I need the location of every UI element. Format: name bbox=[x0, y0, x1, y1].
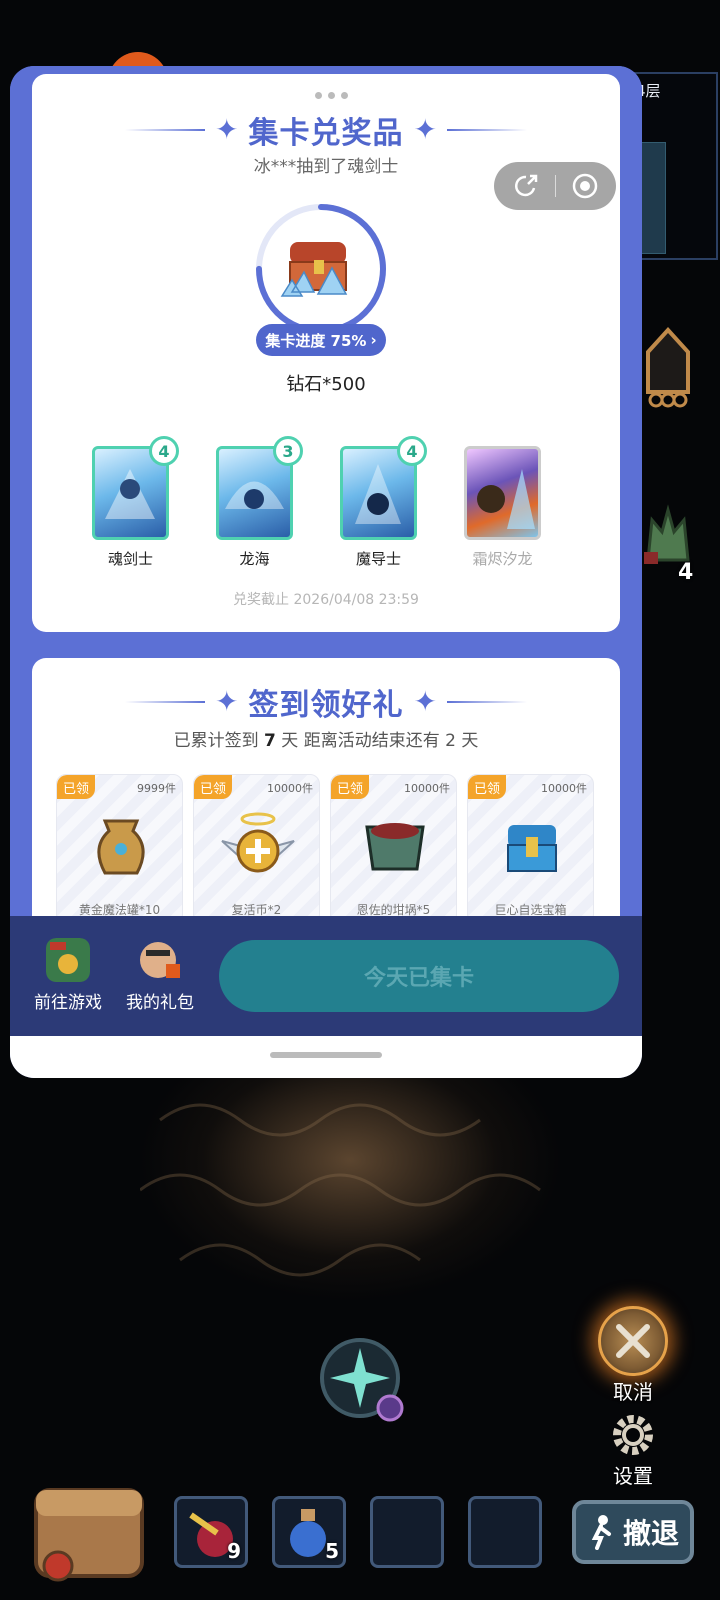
hero-card[interactable]: 3 龙海 bbox=[216, 436, 303, 569]
game-screen: 4层 4 取消 设置 9 5 撤退 ✦ 集卡兑奖品 ✦ 冰***抽到了魂剑士 集… bbox=[0, 0, 720, 1600]
hero-name: 龙海 bbox=[239, 550, 270, 568]
signin-status: 已累计签到 7 天 距离活动结束还有 2 天 bbox=[173, 731, 479, 751]
signin-title-row: ✦ 签到领好礼 ✦ bbox=[32, 680, 620, 724]
panel-scroll-area[interactable]: ✦ 集卡兑奖品 ✦ 冰***抽到了魂剑士 集卡进度 75% › 钻石*500 4… bbox=[10, 66, 642, 958]
item-slot-3[interactable] bbox=[370, 1496, 444, 1568]
remaining-days: 2 bbox=[445, 731, 456, 751]
crossed-swords-icon bbox=[598, 1306, 668, 1376]
signin-days: 7 bbox=[264, 731, 276, 751]
card-count-badge: 4 bbox=[149, 436, 179, 466]
retreat-label: 撤退 bbox=[622, 1517, 679, 1550]
home-indicator[interactable] bbox=[270, 1052, 382, 1058]
reward-quantity: 9999件 bbox=[137, 782, 176, 795]
go-game-label: 前往游戏 bbox=[34, 993, 102, 1013]
retreat-button[interactable]: 撤退 bbox=[572, 1500, 694, 1564]
reward-item[interactable]: 已领 10000件 巨心自选宝箱 bbox=[467, 774, 594, 924]
exchange-deadline: 兑奖截止 2026/04/08 23:59 bbox=[233, 592, 419, 608]
my-gifts-button[interactable]: 我的礼包 bbox=[126, 938, 194, 1013]
treasure-chest-icon bbox=[280, 242, 348, 297]
floor-cobblestones bbox=[140, 1103, 541, 1277]
go-game-button[interactable]: 前往游戏 bbox=[34, 938, 102, 1013]
revive-coin-icon bbox=[221, 812, 295, 873]
sparkle-icon: ✦ bbox=[215, 113, 239, 146]
game-app-icon bbox=[46, 938, 90, 982]
gear-icon bbox=[613, 1415, 653, 1455]
reward-quantity: 10000件 bbox=[541, 782, 587, 795]
item-slot-2[interactable]: 5 bbox=[272, 1496, 346, 1568]
my-gifts-label: 我的礼包 bbox=[126, 993, 194, 1013]
signin-section: ✦ 签到领好礼 ✦ 已累计签到 7 天 距离活动结束还有 2 天 已领 9999… bbox=[32, 658, 620, 958]
chevron-right-icon: › bbox=[370, 331, 377, 349]
settings-label: 设置 bbox=[613, 1464, 653, 1488]
reward-item[interactable]: 已领 9999件 黄金魔法罐*10 bbox=[56, 774, 183, 924]
sparkle-icon: ✦ bbox=[413, 113, 437, 146]
claimed-tag: 已领 bbox=[57, 775, 95, 799]
hero-cards-row: 4 魂剑士 3 龙海 4 魔导士 霜烬汐龙 bbox=[92, 436, 541, 569]
slot-count: 5 bbox=[325, 1539, 339, 1563]
enemy-count: 4 bbox=[678, 560, 694, 585]
hero-name: 霜烬汐龙 bbox=[472, 550, 533, 568]
settings-button[interactable]: 设置 bbox=[608, 1410, 658, 1489]
cauldron-icon bbox=[365, 823, 425, 871]
sparkle-icon: ✦ bbox=[215, 685, 239, 718]
hero-name: 魔导士 bbox=[355, 550, 401, 568]
running-figure-icon bbox=[591, 1515, 611, 1550]
card-exchange-title: 集卡兑奖品 bbox=[248, 116, 404, 151]
skill-orb-icon[interactable] bbox=[318, 1336, 406, 1424]
progress-ring bbox=[256, 204, 386, 334]
item-slot-4[interactable] bbox=[468, 1496, 542, 1568]
progress-pill[interactable]: 集卡进度 75% › bbox=[256, 324, 386, 356]
reward-quantity: 10000件 bbox=[267, 782, 313, 795]
reward-item[interactable]: 已领 10000件 复活币*2 bbox=[193, 774, 320, 924]
collect-card-button[interactable]: 今天已集卡 bbox=[219, 940, 619, 1012]
progress-label: 集卡进度 75% bbox=[265, 331, 367, 350]
card-exchange-section: ✦ 集卡兑奖品 ✦ 冰***抽到了魂剑士 集卡进度 75% › 钻石*500 4… bbox=[32, 74, 620, 632]
slot-count: 9 bbox=[227, 1539, 241, 1563]
claimed-tag: 已领 bbox=[468, 775, 506, 799]
treasure-box-icon bbox=[507, 825, 557, 872]
cancel-button[interactable]: 取消 bbox=[598, 1306, 668, 1405]
claimed-tag: 已领 bbox=[331, 775, 369, 799]
close-circle-icon[interactable] bbox=[571, 172, 599, 200]
drag-dots[interactable] bbox=[315, 92, 348, 99]
card-count-badge: 4 bbox=[397, 436, 427, 466]
card-count-badge: 3 bbox=[273, 436, 303, 466]
mini-program-panel: ✦ 集卡兑奖品 ✦ 冰***抽到了魂剑士 集卡进度 75% › 钻石*500 4… bbox=[10, 66, 642, 1078]
signin-title: 签到领好礼 bbox=[248, 688, 404, 723]
signin-rewards: 已领 9999件 黄金魔法罐*10 已领 10000件 复活币*2 已领 100… bbox=[56, 774, 594, 924]
card-exchange-title-row: ✦ 集卡兑奖品 ✦ bbox=[32, 108, 620, 152]
boss-gate-icon[interactable] bbox=[638, 322, 698, 412]
backpack-icon[interactable] bbox=[24, 1470, 150, 1586]
sparkle-icon: ✦ bbox=[413, 685, 437, 718]
reward-quantity: 10000件 bbox=[404, 782, 450, 795]
hero-card-locked[interactable]: 霜烬汐龙 bbox=[464, 446, 541, 569]
reward-item[interactable]: 已领 10000件 恩佐的坩埚*5 bbox=[330, 774, 457, 924]
popup-footer bbox=[10, 1036, 642, 1078]
bottom-action-bar: 前往游戏 我的礼包 今天已集卡 bbox=[10, 916, 642, 1036]
hero-card-image bbox=[464, 446, 541, 540]
hero-name: 魂剑士 bbox=[107, 550, 153, 568]
item-slot-1[interactable]: 9 bbox=[174, 1496, 248, 1568]
hero-card[interactable]: 4 魂剑士 bbox=[92, 436, 179, 569]
prize-name: 钻石*500 bbox=[286, 374, 366, 395]
hero-card[interactable]: 4 魔导士 bbox=[340, 436, 427, 569]
cancel-label: 取消 bbox=[613, 1380, 653, 1404]
claimed-tag: 已领 bbox=[194, 775, 232, 799]
minimap-room bbox=[640, 142, 666, 254]
golden-jar-icon bbox=[97, 819, 145, 875]
mini-program-capsule bbox=[494, 162, 616, 210]
gift-avatar-icon bbox=[140, 942, 180, 978]
share-icon[interactable] bbox=[512, 172, 540, 200]
